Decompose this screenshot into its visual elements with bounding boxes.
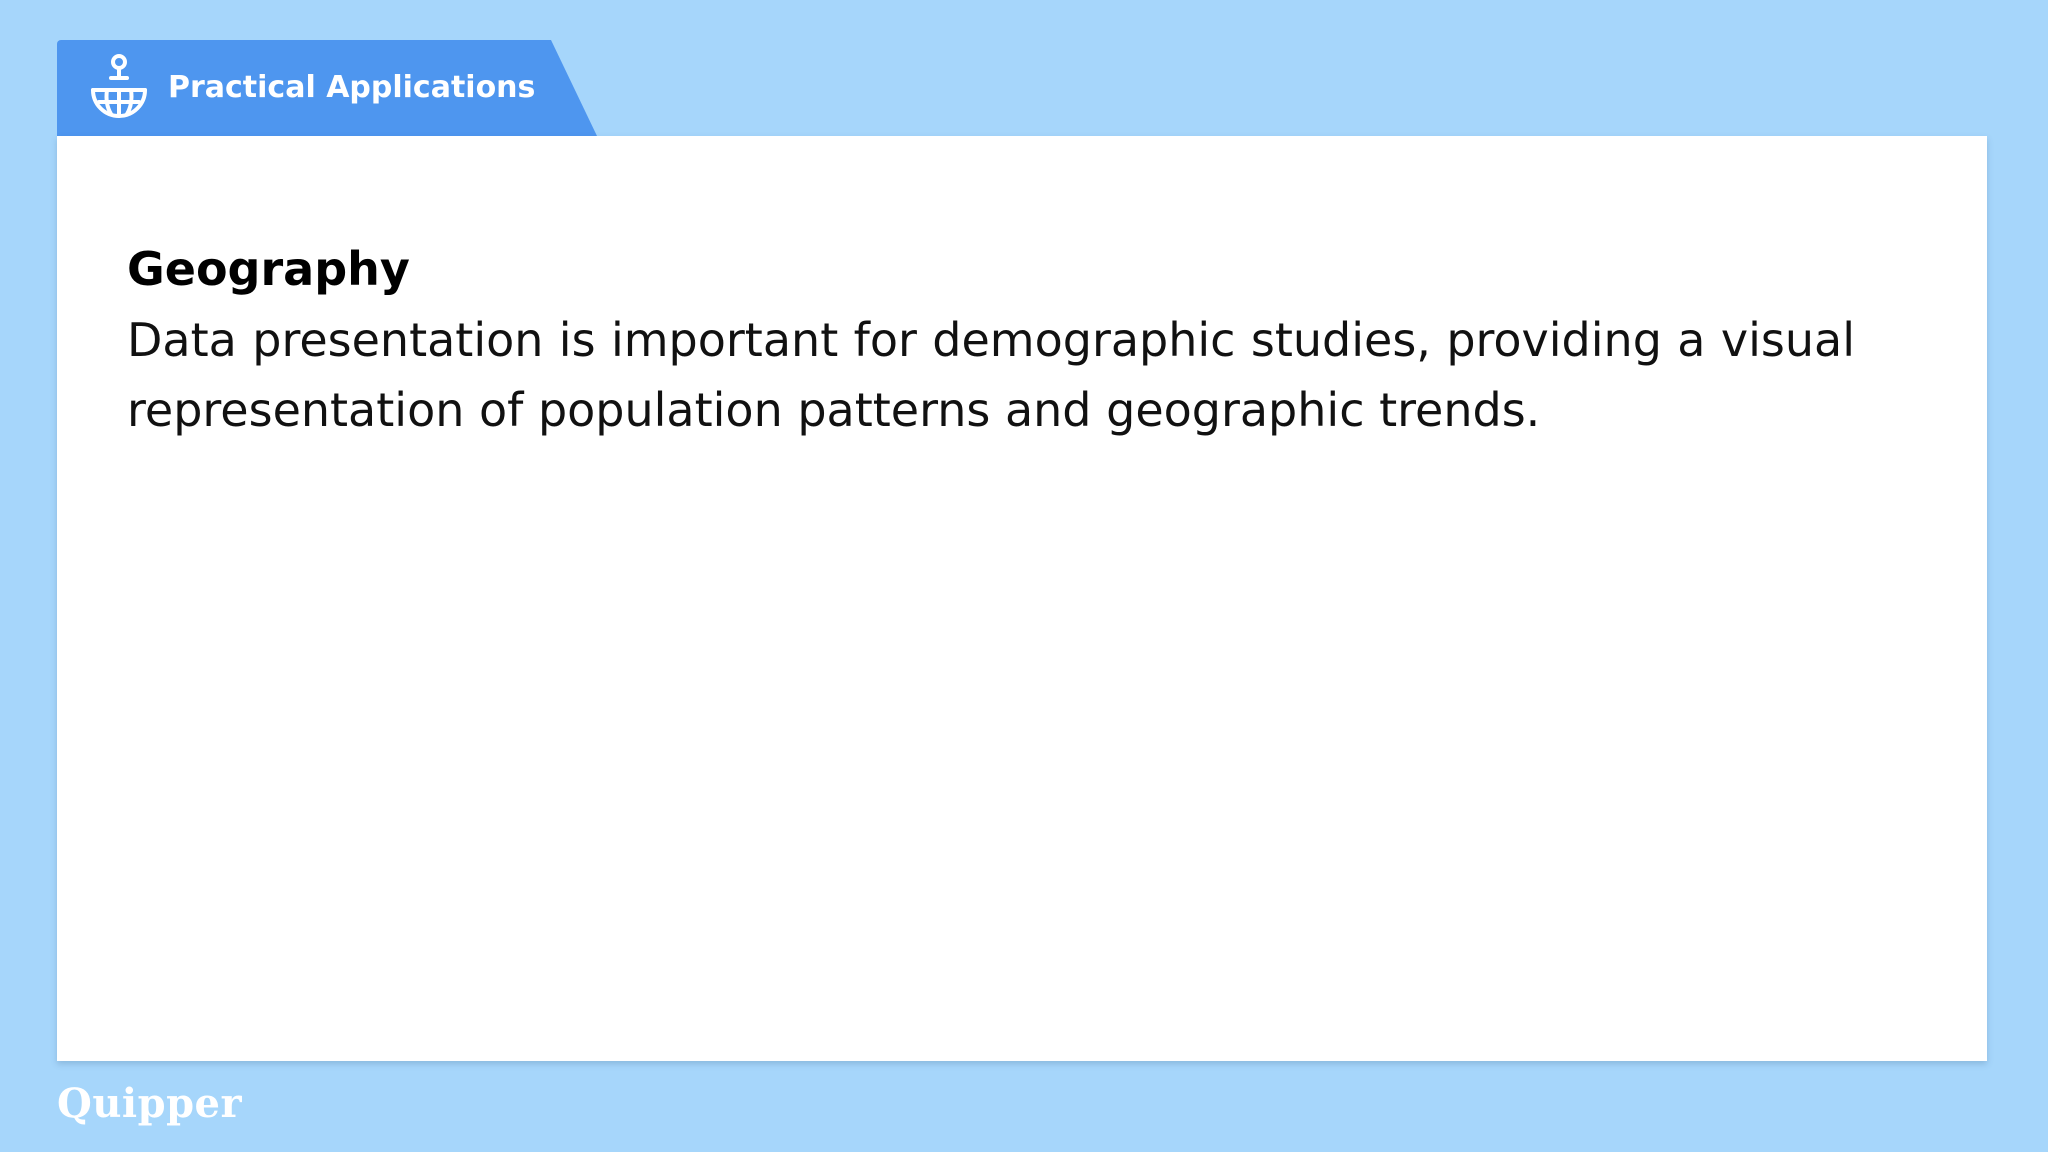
section-header-tab: Practical Applications bbox=[57, 40, 597, 136]
globe-person-icon bbox=[91, 54, 147, 118]
topic-description: Data presentation is important for demog… bbox=[127, 313, 1855, 437]
topic-heading: Geography bbox=[127, 242, 410, 296]
content-card: Geography Data presentation is important… bbox=[57, 136, 1987, 1061]
content-body: Geography Data presentation is important… bbox=[127, 233, 1855, 445]
section-title: Practical Applications bbox=[168, 70, 536, 105]
brand-logo: Quipper bbox=[57, 1080, 243, 1127]
